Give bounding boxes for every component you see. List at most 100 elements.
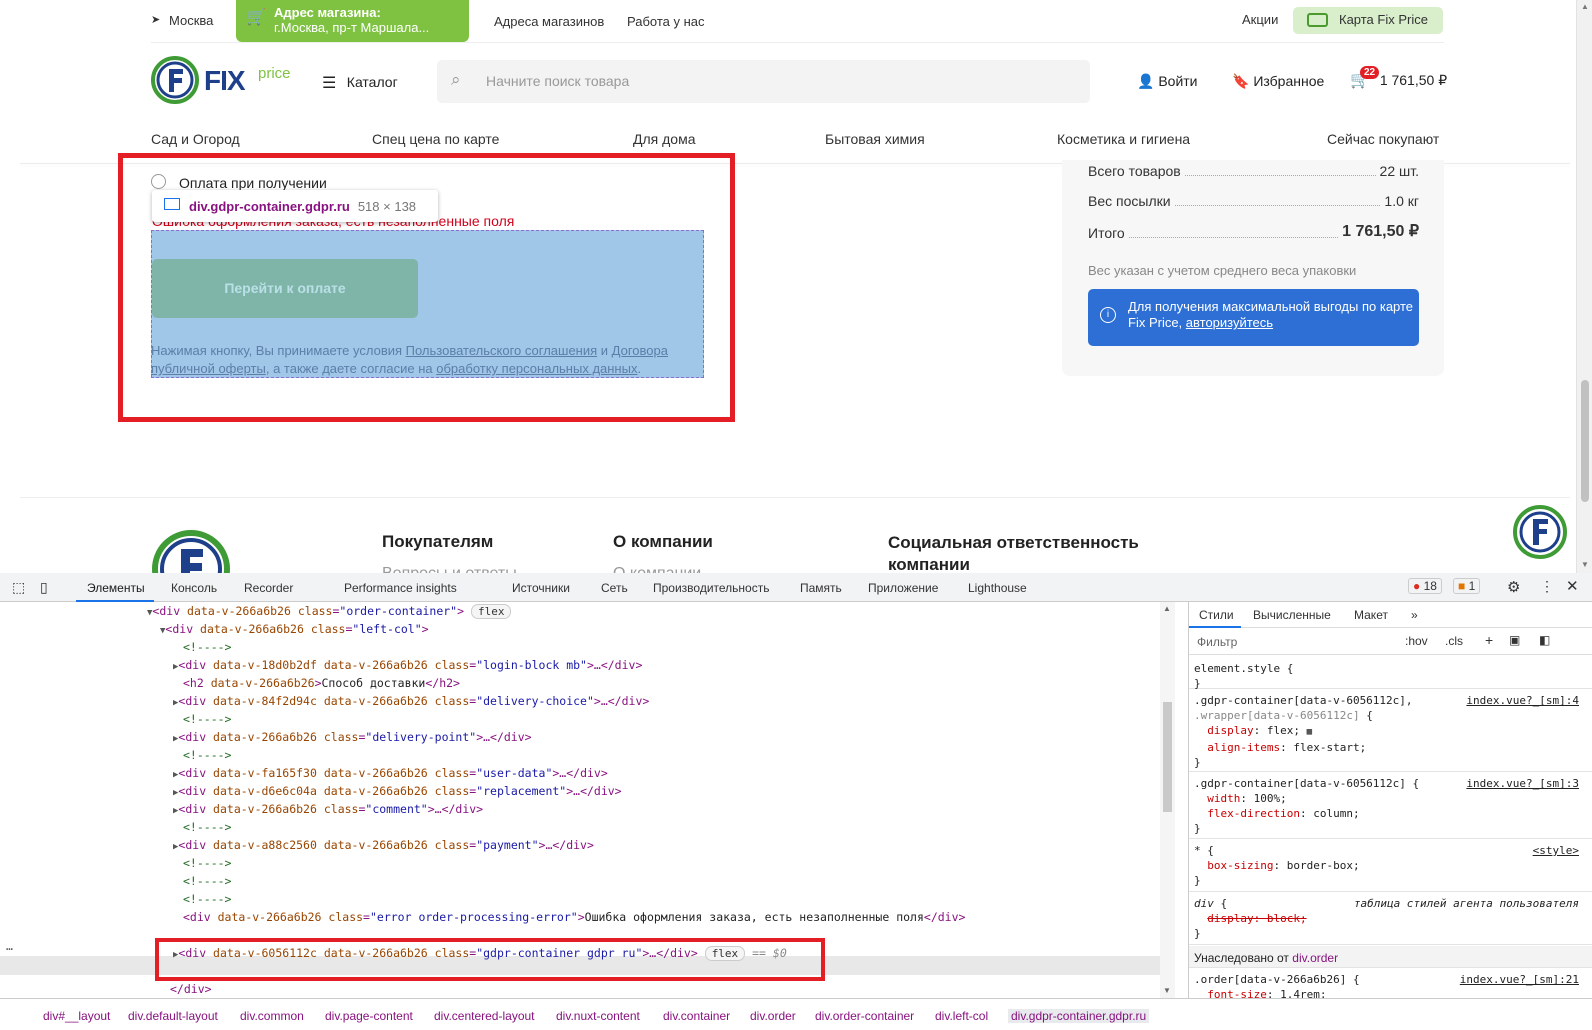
tab-sources[interactable]: Источники: [512, 581, 570, 595]
footer-about-link[interactable]: О компании: [613, 565, 701, 573]
device-toolbar-icon[interactable]: ▯: [40, 579, 48, 596]
sidebar-toggle-icon[interactable]: ◧: [1539, 633, 1550, 647]
card-label: Карта Fix Price: [1339, 12, 1428, 27]
cls-toggle[interactable]: .cls: [1445, 634, 1463, 648]
cart-link[interactable]: 🛒 22 1 761,50 ₽: [1350, 66, 1448, 90]
floating-logo-button[interactable]: [1513, 505, 1567, 559]
styles-pane: Стили Вычисленные Макет » Фильтр :hov .c…: [1188, 602, 1592, 998]
tab-layout[interactable]: Макет: [1354, 608, 1388, 622]
inspect-element-icon[interactable]: ⬚: [12, 579, 25, 596]
crumb[interactable]: div.common: [240, 1009, 304, 1023]
catalog-label: Каталог: [346, 74, 398, 90]
crumb[interactable]: div#__layout: [43, 1009, 110, 1023]
tab-styles[interactable]: Стили: [1199, 608, 1234, 622]
address-value: г.Москва, пр-т Маршала...: [274, 20, 430, 35]
catalog-button[interactable]: ☰ Каталог: [322, 73, 398, 93]
footer-logo-icon: [152, 530, 230, 573]
crumb[interactable]: div.order: [750, 1009, 796, 1023]
elements-tree[interactable]: ▼<div data-v-266a6b26 class="order-conta…: [0, 602, 1175, 998]
tab-network[interactable]: Сеть: [601, 581, 628, 595]
authorize-info-banner: i Для получения максимальной выгоды по к…: [1088, 289, 1419, 346]
location-arrow-icon: ➤: [151, 14, 161, 26]
settings-gear-icon[interactable]: ⚙: [1507, 578, 1520, 596]
page-scrollbar[interactable]: ▲ ▼: [1576, 0, 1592, 573]
search-icon: ⌕: [451, 70, 461, 89]
paint-icon[interactable]: ▣: [1509, 633, 1520, 647]
footer-faq-link[interactable]: Вопросы и ответы: [382, 565, 517, 573]
menu-item-garden[interactable]: Сад и Огород: [151, 131, 240, 147]
info-icon: i: [1100, 307, 1116, 323]
summary-row-weight: Вес посылки 1.0 кг: [1088, 193, 1419, 209]
logo-sub: price: [258, 65, 291, 82]
menu-item-cosmetics[interactable]: Косметика и гигиена: [1057, 131, 1190, 147]
city-link[interactable]: Москва: [169, 13, 213, 28]
scroll-down-icon[interactable]: ▼: [1581, 560, 1589, 569]
tab-computed[interactable]: Вычисленные: [1253, 608, 1331, 622]
weight-note: Вес указан с учетом среднего веса упаков…: [1088, 263, 1357, 278]
store-address-button[interactable]: 🛒 Адрес магазина: г.Москва, пр-т Маршала…: [236, 0, 469, 42]
close-devtools-icon[interactable]: ✕: [1566, 577, 1579, 595]
tab-performance[interactable]: Производительность: [653, 581, 769, 595]
dom-breadcrumbs: div#__layout div.default-layout div.comm…: [0, 998, 1592, 1030]
annotation-red-box: [118, 153, 735, 422]
login-link[interactable]: 👤 Войти: [1137, 73, 1198, 90]
cart-total: 1 761,50 ₽: [1379, 72, 1448, 88]
cart-count-badge: 22: [1360, 66, 1380, 79]
search-placeholder: Начните поиск товара: [486, 73, 630, 89]
devtools-panel: ⬚ ▯ Элементы Консоль Recorder Performanc…: [0, 573, 1592, 1030]
styles-filter-input[interactable]: Фильтр :hov .cls + ▣ ◧: [1189, 628, 1592, 655]
tab-performance-insights[interactable]: Performance insights: [344, 581, 457, 595]
tab-lighthouse[interactable]: Lighthouse: [968, 581, 1027, 595]
more-menu-icon[interactable]: ⋮: [1540, 578, 1554, 595]
cart-icon: 🛒: [246, 9, 266, 26]
tab-console[interactable]: Консоль: [171, 581, 217, 595]
crumb[interactable]: div.left-col: [935, 1009, 988, 1023]
footer-social-heading: Социальная ответственность компании: [888, 533, 1139, 573]
crumb[interactable]: div.nuxt-content: [556, 1009, 640, 1023]
logo[interactable]: FIX price: [151, 56, 301, 106]
logo-f-icon: [151, 56, 199, 104]
menu-item-card-price[interactable]: Спец цена по карте: [372, 131, 499, 147]
tab-memory[interactable]: Память: [800, 581, 842, 595]
promos-link[interactable]: Акции: [1242, 12, 1278, 27]
tab-elements[interactable]: Элементы: [87, 581, 145, 595]
order-summary: Всего товаров 22 шт. Вес посылки 1.0 кг Ит…: [1062, 160, 1444, 376]
more-tabs-icon[interactable]: »: [1411, 608, 1418, 622]
authorize-link[interactable]: авторизуйтесь: [1186, 315, 1273, 330]
favorites-label: Избранное: [1253, 73, 1325, 89]
jobs-link[interactable]: Работа у нас: [627, 14, 705, 29]
crumb[interactable]: div.order-container: [815, 1009, 914, 1023]
website-viewport: ➤ Москва 🛒 Адрес магазина: г.Москва, пр-…: [0, 0, 1592, 573]
annotation-red-box-devtools: [155, 938, 825, 981]
errors-counter[interactable]: ● 18: [1408, 578, 1442, 594]
tab-application[interactable]: Приложение: [868, 581, 938, 595]
favorites-link[interactable]: 🔖 Избранное: [1232, 73, 1324, 90]
crumb[interactable]: div.page-content: [325, 1009, 413, 1023]
footer-company-heading: О компании: [613, 532, 713, 551]
bookmark-icon: 🔖: [1232, 73, 1250, 89]
card-icon: [1307, 13, 1328, 27]
loyalty-card-button[interactable]: Карта Fix Price: [1293, 7, 1443, 34]
crumb[interactable]: div.centered-layout: [434, 1009, 535, 1023]
tab-recorder[interactable]: Recorder: [244, 581, 293, 595]
new-rule-icon[interactable]: +: [1485, 632, 1493, 648]
stores-link[interactable]: Адреса магазинов: [494, 14, 604, 29]
menu-item-household[interactable]: Бытовая химия: [825, 131, 925, 147]
menu-item-trending[interactable]: Сейчас покупают: [1327, 131, 1439, 147]
crumb-selected[interactable]: div.gdpr-container.gdpr.ru: [1008, 1009, 1150, 1023]
hov-toggle[interactable]: :hov: [1405, 634, 1428, 648]
devtools-tabbar: ⬚ ▯ Элементы Консоль Recorder Performanc…: [0, 573, 1592, 602]
login-label: Войти: [1158, 73, 1198, 89]
elements-scrollbar[interactable]: ▲ ▼: [1160, 602, 1175, 998]
crumb[interactable]: div.container: [663, 1009, 730, 1023]
user-icon: 👤: [1137, 73, 1155, 89]
scroll-up-icon[interactable]: ▲: [1581, 2, 1589, 11]
crumb[interactable]: div.default-layout: [128, 1009, 218, 1023]
menu-item-home[interactable]: Для дома: [633, 131, 696, 147]
warning-icon: ■: [1458, 579, 1466, 593]
summary-row-items: Всего товаров 22 шт.: [1088, 163, 1419, 179]
warnings-counter[interactable]: ■ 1: [1453, 578, 1481, 594]
search-input[interactable]: ⌕ Начните поиск товара: [437, 60, 1090, 103]
page-scroll-thumb[interactable]: [1581, 380, 1589, 502]
error-icon: ●: [1413, 579, 1421, 593]
